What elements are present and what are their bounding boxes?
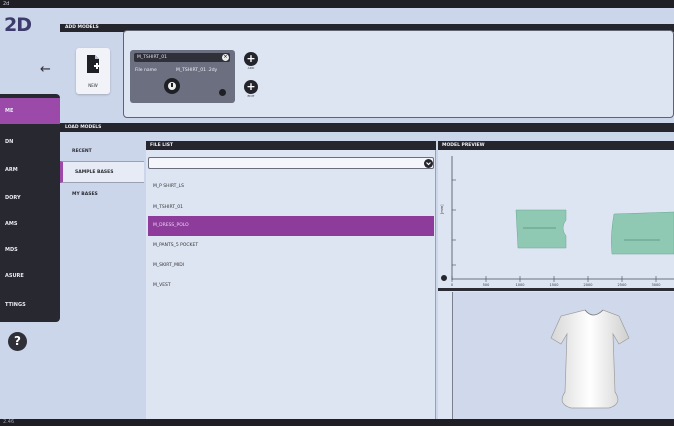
close-icon[interactable]: ×	[222, 54, 229, 61]
y-ruler-ticks	[452, 179, 456, 266]
settings-gear-icon[interactable]	[219, 89, 226, 96]
dress-3d-icon	[550, 309, 630, 409]
zoom-knob-icon[interactable]	[439, 273, 449, 283]
pattern-piece-back[interactable]	[611, 211, 674, 255]
preview-divider[interactable]	[438, 288, 674, 291]
model-preview-header: MODEL PREVIEW	[438, 141, 674, 150]
tab-sample-bases[interactable]: SAMPLE BASES	[60, 161, 144, 183]
dropdown-icon[interactable]	[424, 159, 433, 168]
model-card-name: M_TSHIRT_01	[134, 53, 230, 62]
new-model-button[interactable]: NEW	[76, 48, 110, 94]
window-title-bar: 2d	[0, 0, 674, 8]
file-item[interactable]: M_TSHIRT_01	[148, 198, 434, 218]
status-bar: 2.46	[0, 419, 674, 426]
edit-model-plus-caption: EDIT	[247, 94, 255, 98]
file-name-value: M_TSHIRT_01 .2dy	[176, 68, 218, 73]
file-search-input[interactable]	[148, 157, 434, 169]
load-models-header: LOAD MODELS	[60, 123, 674, 132]
open-model-icon[interactable]	[164, 78, 180, 94]
x-tick-label: 1500	[550, 283, 559, 287]
x-tick-label: 3000	[652, 283, 661, 287]
pattern-preview[interactable]: [mm] 0 500 1000 1500 2000 2500 3000	[438, 150, 674, 288]
sidebar-item-measure[interactable]: ASURE	[0, 263, 60, 289]
file-item[interactable]: M_PANTS_5 POCKET	[148, 236, 434, 256]
sidebar-item-settings[interactable]: TTINGS	[0, 292, 60, 318]
edit-model-plus-button[interactable]: +	[244, 80, 258, 94]
file-item[interactable]: M_SKIRT_MIDI	[148, 256, 434, 276]
add-model-plus-button[interactable]: +	[244, 52, 258, 66]
sidebar-item-history[interactable]: DORY	[0, 185, 60, 211]
pattern-piece-front[interactable]	[515, 209, 567, 249]
chevron-down-icon	[426, 162, 431, 166]
file-item[interactable]: M_VEST	[148, 276, 434, 296]
sidebar-item-seams[interactable]: AMS	[0, 211, 60, 237]
x-tick-label: 1000	[516, 283, 525, 287]
add-model-plus-caption: ADD	[247, 66, 255, 70]
help-button[interactable]: ?	[8, 332, 27, 351]
x-tick-label: 2000	[584, 283, 593, 287]
status-text: 2.46	[3, 419, 15, 425]
back-arrow-icon[interactable]: ←	[40, 62, 51, 77]
garment-3d-preview[interactable]	[452, 292, 674, 419]
sidebar-item-design[interactable]: DN	[0, 129, 60, 155]
new-file-icon	[87, 55, 100, 73]
file-item[interactable]: M_P SHIRT_LS	[148, 177, 434, 197]
app-logo: 2D	[4, 14, 32, 36]
x-tick-label: 0	[451, 283, 453, 287]
sidebar-item-home[interactable]: ME	[0, 98, 60, 124]
y-ruler-label: [mm]	[440, 204, 444, 214]
x-tick-label: 2500	[618, 283, 627, 287]
file-name-label: File name	[135, 68, 157, 73]
tab-my-bases[interactable]: MY BASES	[60, 184, 144, 206]
tab-recent[interactable]: RECENT	[60, 141, 144, 163]
file-item-selected[interactable]: M_DRESS_POLO	[148, 216, 434, 236]
drop-icon	[168, 82, 176, 90]
file-list-header: FILE LIST	[146, 141, 436, 150]
x-tick-label: 500	[483, 283, 490, 287]
sidebar-item-arm[interactable]: ARM	[0, 157, 60, 183]
sidebar-item-models[interactable]: MDS	[0, 237, 60, 263]
window-title: 2d	[3, 1, 10, 7]
new-model-label: NEW	[88, 83, 98, 88]
